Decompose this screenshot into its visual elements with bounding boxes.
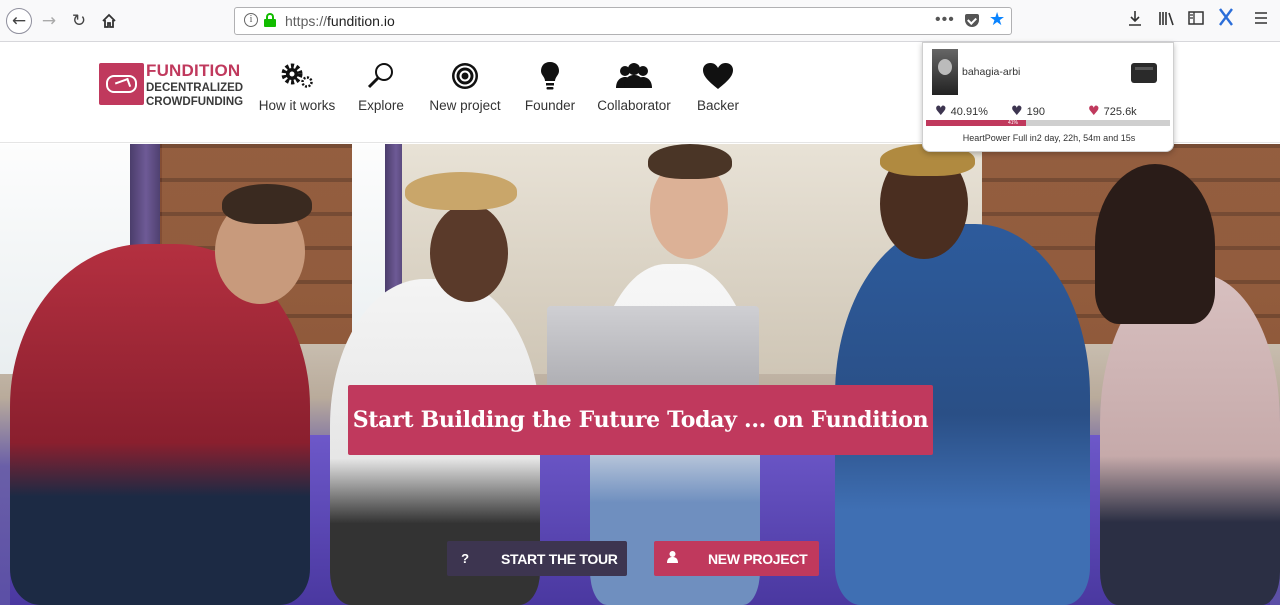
extension-x-icon[interactable] — [1218, 7, 1234, 31]
gears-icon — [258, 59, 336, 93]
hero-headline-banner: Start Building the Future Today ... on F… — [348, 385, 933, 455]
home-icon[interactable] — [96, 8, 122, 34]
library-icon[interactable] — [1158, 10, 1176, 30]
page-actions-icon[interactable]: ••• — [935, 11, 955, 29]
hero-headline: Start Building the Future Today ... on F… — [352, 407, 929, 433]
question-icon: ? — [461, 551, 469, 566]
nav-founder[interactable]: Founder — [524, 59, 576, 113]
power-value: 725.6k — [1103, 105, 1137, 118]
forward-arrow-icon[interactable]: → — [36, 8, 62, 34]
voting-power-value: 40.91% — [950, 105, 988, 118]
start-tour-label: START THE TOUR — [501, 550, 618, 567]
target-icon — [428, 59, 502, 93]
brand-tagline: DECENTRALIZED CROWDFUNDING — [146, 82, 244, 108]
sidebar-icon[interactable] — [1188, 10, 1204, 30]
heartpower-note: HeartPower Full in2 day, 22h, 54m and 15… — [962, 133, 1136, 143]
heartpower-progress-bar: 41% — [926, 120, 1170, 126]
pocket-icon[interactable] — [965, 14, 979, 27]
heart-icon: ♥ — [1088, 104, 1100, 119]
voting-power-stat: ♥ 40.91% — [935, 104, 988, 119]
nav-new-project[interactable]: New project — [428, 59, 502, 113]
url-bar[interactable]: i https://fundition.io ••• ★ — [234, 7, 1012, 35]
heart-icon: ♥ — [1011, 104, 1023, 119]
brand-name[interactable]: FUNDITION — [146, 61, 240, 81]
heart-icon: ♥ — [935, 104, 947, 119]
wallet-icon[interactable] — [1131, 63, 1157, 83]
nav-label: New project — [429, 98, 501, 113]
lock-icon[interactable] — [264, 13, 276, 27]
heart-icon — [694, 59, 742, 93]
info-icon[interactable]: i — [244, 13, 258, 27]
download-icon[interactable] — [1128, 10, 1142, 30]
nav-how-it-works[interactable]: How it works — [258, 59, 336, 113]
start-tour-button[interactable]: ? START THE TOUR — [447, 541, 627, 576]
search-icon — [356, 59, 406, 93]
avatar[interactable] — [932, 49, 958, 95]
heartpower-progress-label: 41% — [1008, 120, 1019, 126]
power-stat: ♥ 725.6k — [1088, 104, 1137, 119]
people-icon — [596, 59, 672, 93]
new-project-label: NEW PROJECT — [708, 550, 808, 567]
nav-label: Founder — [524, 98, 576, 113]
hamburger-menu-icon[interactable] — [1254, 10, 1268, 29]
reputation-value: 190 — [1026, 105, 1046, 118]
bookmark-star-icon[interactable]: ★ — [989, 9, 1005, 30]
browser-toolbar: ← → ↻ i https://fundition.io ••• ★ — [0, 0, 1280, 42]
url-text[interactable]: https://fundition.io — [285, 13, 395, 29]
user-icon — [654, 551, 690, 566]
reload-icon[interactable]: ↻ — [66, 8, 92, 34]
nav-label: Collaborator — [597, 98, 671, 113]
nav-label: Backer — [696, 98, 740, 113]
steem-extension-popup: bahagia-arbi ♥ 40.91% ♥ 190 ♥ 725.6k 41%… — [922, 42, 1174, 152]
fundition-logo-icon[interactable] — [99, 63, 144, 105]
back-arrow-icon[interactable]: ← — [6, 8, 32, 34]
nav-explore[interactable]: Explore — [356, 59, 406, 113]
lightbulb-icon — [524, 59, 576, 93]
new-project-button[interactable]: NEW PROJECT — [654, 541, 819, 576]
popup-username[interactable]: bahagia-arbi — [962, 66, 1020, 78]
nav-backer[interactable]: Backer — [694, 59, 742, 113]
nav-label: Explore — [358, 98, 404, 113]
nav-collaborator[interactable]: Collaborator — [596, 59, 672, 113]
hero-section: Start Building the Future Today ... on F… — [0, 144, 1280, 605]
reputation-stat: ♥ 190 — [1011, 104, 1045, 119]
nav-label: How it works — [258, 98, 336, 113]
